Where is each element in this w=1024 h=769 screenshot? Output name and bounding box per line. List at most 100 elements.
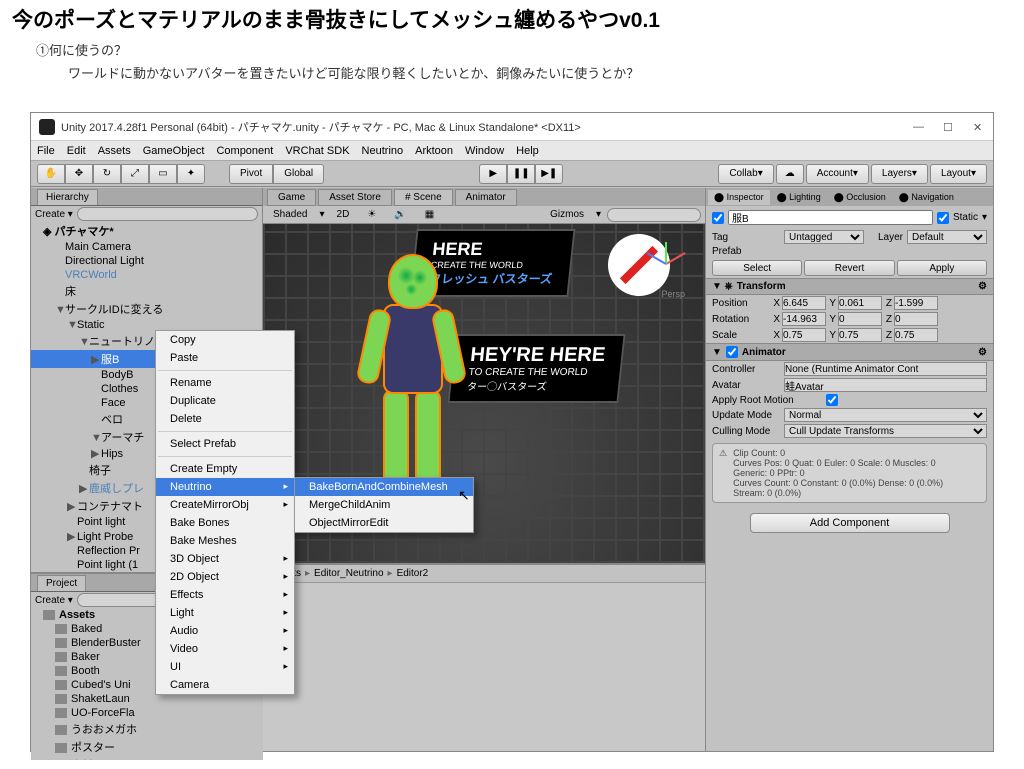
ctx-3d-object[interactable]: 3D Object (156, 550, 294, 568)
gameobject-name-field[interactable] (728, 210, 933, 225)
project-create-dropdown[interactable]: Create ▾ (35, 595, 73, 606)
ctx-rename[interactable]: Rename (156, 374, 294, 392)
tab-scene[interactable]: # Scene (394, 189, 453, 206)
scene-gizmo[interactable]: Persp (635, 234, 695, 294)
ctx-duplicate[interactable]: Duplicate (156, 392, 294, 410)
scale-z-field[interactable] (894, 328, 938, 342)
menu-component[interactable]: Component (216, 145, 273, 157)
ctx-2d-object[interactable]: 2D Object (156, 568, 294, 586)
global-button[interactable]: Global (273, 164, 324, 184)
scene-search[interactable] (607, 208, 701, 222)
static-checkbox[interactable] (937, 212, 949, 224)
2d-toggle[interactable]: 2D (331, 209, 356, 220)
hand-tool[interactable]: ✋ (37, 164, 65, 184)
pos-x-field[interactable] (782, 296, 826, 310)
animator-component-header[interactable]: ▼ Animator⚙ (706, 343, 993, 361)
pivot-button[interactable]: Pivot (229, 164, 273, 184)
ctx-audio[interactable]: Audio (156, 622, 294, 640)
create-dropdown[interactable]: Create ▾ (35, 209, 73, 220)
menu-file[interactable]: File (37, 145, 55, 157)
avatar-field[interactable] (784, 378, 987, 392)
light-toggle[interactable]: ☀ (361, 209, 382, 220)
update-mode-dropdown[interactable]: Normal (784, 408, 987, 422)
menu-gameobject[interactable]: GameObject (143, 145, 205, 157)
project-folder[interactable]: うおおメガホ (31, 720, 263, 738)
ctx-camera[interactable]: Camera (156, 676, 294, 694)
inspector-tab-inspector[interactable]: ⬤ Inspector (708, 190, 770, 205)
tab-asset-store[interactable]: Asset Store (318, 189, 392, 206)
hierarchy-item[interactable]: VRCWorld (31, 268, 262, 282)
hierarchy-search[interactable] (77, 207, 258, 221)
cloud-button[interactable]: ☁ (776, 164, 804, 184)
menu-neutrino[interactable]: Neutrino (362, 145, 404, 157)
menu-edit[interactable]: Edit (67, 145, 86, 157)
layout-dropdown[interactable]: Layout ▾ (930, 164, 987, 184)
menu-help[interactable]: Help (516, 145, 539, 157)
hierarchy-tab[interactable]: Hierarchy (31, 188, 262, 206)
menu-assets[interactable]: Assets (98, 145, 131, 157)
step-button[interactable]: ▶❚ (535, 164, 563, 184)
project-folder[interactable]: 素材 (31, 756, 263, 760)
move-tool[interactable]: ✥ (65, 164, 93, 184)
rotate-tool[interactable]: ↻ (93, 164, 121, 184)
ctx-sub-bakebornandcombinemesh[interactable]: BakeBornAndCombineMesh (295, 478, 473, 496)
tab-animator[interactable]: Animator (455, 189, 517, 206)
project-folder[interactable]: UO-ForceFla (31, 706, 263, 720)
menu-vrchat-sdk[interactable]: VRChat SDK (285, 145, 349, 157)
scale-y-field[interactable] (838, 328, 882, 342)
play-button[interactable]: ▶ (479, 164, 507, 184)
ctx-light[interactable]: Light (156, 604, 294, 622)
ctx-copy[interactable]: Copy (156, 331, 294, 349)
ctx-bake-meshes[interactable]: Bake Meshes (156, 532, 294, 550)
project-folder[interactable]: ポスター (31, 738, 263, 756)
rot-y-field[interactable] (838, 312, 882, 326)
select-button[interactable]: Select (712, 260, 802, 276)
transform-tool[interactable]: ✦ (177, 164, 205, 184)
ctx-select-prefab[interactable]: Select Prefab (156, 435, 294, 453)
scale-x-field[interactable] (782, 328, 826, 342)
breadcrumb-item[interactable]: Editor2 (397, 568, 429, 579)
scale-tool[interactable]: ⤢ (121, 164, 149, 184)
controller-field[interactable] (784, 362, 987, 376)
scene-avatar[interactable] (353, 254, 473, 514)
ctx-effects[interactable]: Effects (156, 586, 294, 604)
hierarchy-item[interactable]: Main Camera (31, 240, 262, 254)
pause-button[interactable]: ❚❚ (507, 164, 535, 184)
ctx-neutrino[interactable]: Neutrino (156, 478, 294, 496)
menu-window[interactable]: Window (465, 145, 504, 157)
ctx-sub-mergechildanim[interactable]: MergeChildAnim (295, 496, 473, 514)
transform-component-header[interactable]: ▼ ⎈ Transform⚙ (706, 278, 993, 295)
collab-dropdown[interactable]: Collab ▾ (718, 164, 773, 184)
rot-x-field[interactable] (782, 312, 826, 326)
revert-button[interactable]: Revert (804, 260, 894, 276)
hierarchy-item[interactable]: ▼サークルIDに変える (31, 300, 262, 318)
inspector-tab-navigation[interactable]: ⬤ Navigation (893, 190, 960, 205)
audio-toggle[interactable]: 🔊 (388, 209, 412, 220)
ctx-bake-bones[interactable]: Bake Bones (156, 514, 294, 532)
account-dropdown[interactable]: Account ▾ (806, 164, 869, 184)
ctx-ui[interactable]: UI (156, 658, 294, 676)
pos-y-field[interactable] (838, 296, 882, 310)
inspector-tab-occlusion[interactable]: ⬤ Occlusion (828, 190, 892, 205)
layers-dropdown[interactable]: Layers ▾ (871, 164, 928, 184)
ctx-video[interactable]: Video (156, 640, 294, 658)
hierarchy-item[interactable]: Directional Light (31, 254, 262, 268)
ctx-delete[interactable]: Delete (156, 410, 294, 428)
project-content[interactable] (263, 583, 705, 751)
ctx-create-empty[interactable]: Create Empty (156, 460, 294, 478)
rect-tool[interactable]: ▭ (149, 164, 177, 184)
shaded-dropdown[interactable]: Shaded (267, 209, 313, 220)
rot-z-field[interactable] (894, 312, 938, 326)
culling-mode-dropdown[interactable]: Cull Update Transforms (784, 424, 987, 438)
maximize-button[interactable]: ☐ (943, 121, 955, 133)
pos-z-field[interactable] (894, 296, 938, 310)
apply-button[interactable]: Apply (897, 260, 987, 276)
ctx-createmirrorobj[interactable]: CreateMirrorObj (156, 496, 294, 514)
fx-toggle[interactable]: ▦ (419, 209, 440, 220)
ctx-paste[interactable]: Paste (156, 349, 294, 367)
scene-root[interactable]: ◈ パチャマケ* (31, 222, 262, 240)
inspector-tab-lighting[interactable]: ⬤ Lighting (771, 190, 827, 205)
minimize-button[interactable]: — (913, 121, 925, 133)
animator-enabled-checkbox[interactable] (726, 346, 738, 358)
tab-game[interactable]: Game (267, 189, 316, 206)
